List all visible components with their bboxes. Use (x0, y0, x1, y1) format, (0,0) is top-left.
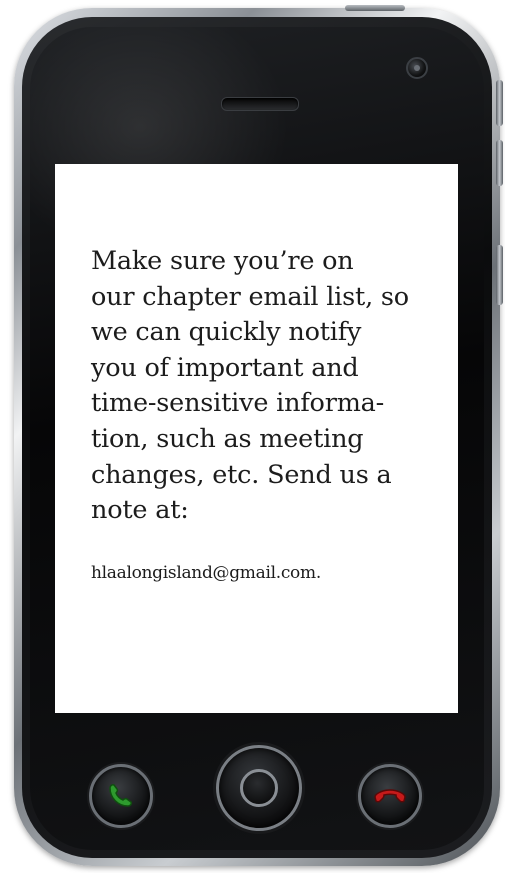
phone-screen: Make sure you’re on our chapter email li… (55, 164, 458, 713)
phone-red-icon (374, 789, 406, 803)
front-camera-icon (406, 57, 428, 79)
home-button[interactable] (216, 745, 302, 831)
volume-up-button (496, 80, 503, 126)
volume-down-button (496, 140, 503, 186)
call-button[interactable] (89, 764, 153, 828)
email-address: hlaalongisland@gmail.com. (91, 562, 321, 583)
notice-message: Make sure you’re on our chapter email li… (91, 246, 409, 526)
home-circle-icon (240, 769, 278, 807)
top-button (345, 5, 405, 11)
power-button (496, 245, 503, 305)
end-call-button[interactable] (358, 764, 422, 828)
phone-green-icon (109, 784, 132, 807)
earpiece-speaker (221, 97, 299, 111)
phone-illustration: Make sure you’re on our chapter email li… (0, 0, 505, 873)
